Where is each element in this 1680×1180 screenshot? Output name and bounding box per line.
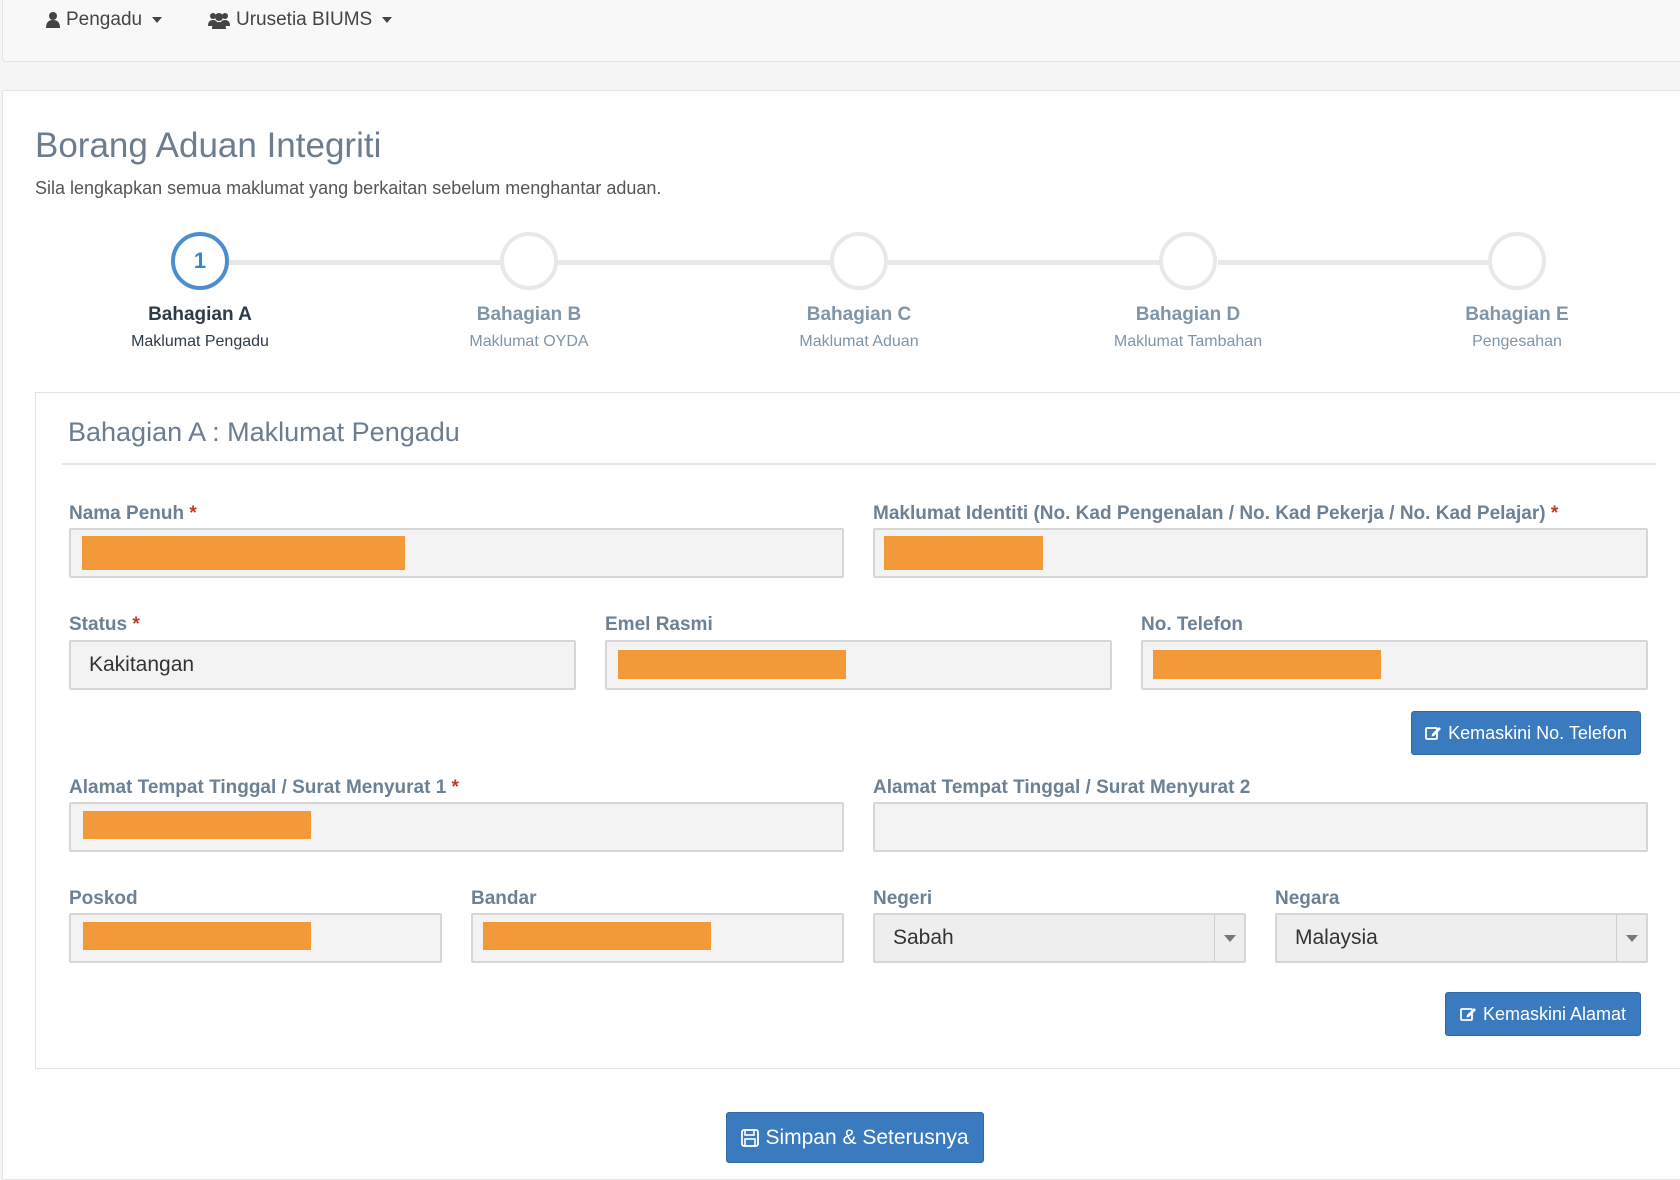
no-telefon-label: No. Telefon xyxy=(1141,614,1244,635)
edit-icon xyxy=(1425,725,1442,741)
nama-penuh-label: Nama Penuh * xyxy=(69,503,197,524)
step-desc-e: Pengesahan xyxy=(1472,333,1562,350)
status-input[interactable]: Kakitangan xyxy=(69,640,576,690)
redacted-value xyxy=(884,536,1043,570)
identiti-label: Maklumat Identiti (No. Kad Pengenalan / … xyxy=(873,503,1559,524)
chevron-down-icon xyxy=(152,17,163,23)
alamat1-label: Alamat Tempat Tinggal / Surat Menyurat 1… xyxy=(69,777,459,798)
step-title-b: Bahagian B xyxy=(476,304,582,325)
step-title-c: Bahagian C xyxy=(806,304,912,325)
step-connector xyxy=(228,260,500,265)
nama-penuh-input[interactable] xyxy=(69,528,844,578)
section-title: Bahagian A : Maklumat Pengadu xyxy=(68,417,460,447)
nav-urusetia-label: Urusetia BIUMS xyxy=(236,9,373,30)
users-icon xyxy=(208,11,230,29)
step-number: 1 xyxy=(193,248,207,273)
step-desc-b: Maklumat OYDA xyxy=(469,333,589,350)
nav-pengadu-label: Pengadu xyxy=(66,9,143,30)
step-desc-c: Maklumat Aduan xyxy=(799,333,919,350)
user-icon xyxy=(46,11,60,29)
chevron-down-icon[interactable] xyxy=(1616,915,1646,961)
poskod-label: Poskod xyxy=(69,888,138,909)
step-connector xyxy=(888,260,1160,265)
kemaskini-alamat-button[interactable]: Kemaskini Alamat xyxy=(1445,992,1641,1036)
emel-rasmi-label: Emel Rasmi xyxy=(605,614,713,635)
alamat2-input[interactable] xyxy=(873,802,1648,852)
negara-label: Negara xyxy=(1275,888,1340,909)
chevron-down-icon[interactable] xyxy=(1214,915,1244,961)
page-subtitle: Sila lengkapkan semua maklumat yang berk… xyxy=(35,178,662,198)
step-connector xyxy=(558,260,830,265)
step-title-d: Bahagian D xyxy=(1135,304,1241,325)
redacted-value xyxy=(483,922,711,950)
page-title: Borang Aduan Integriti xyxy=(35,126,382,165)
identiti-input[interactable] xyxy=(873,528,1648,578)
step-circle-c[interactable] xyxy=(830,232,888,290)
simpan-seterusnya-button[interactable]: Simpan & Seterusnya xyxy=(726,1112,984,1163)
edit-icon xyxy=(1460,1006,1477,1022)
status-label: Status * xyxy=(69,614,140,635)
step-title-a: Bahagian A xyxy=(148,304,252,325)
negara-value: Malaysia xyxy=(1295,926,1378,949)
negeri-select[interactable]: Sabah xyxy=(873,913,1246,963)
step-circle-d[interactable] xyxy=(1159,232,1217,290)
step-circle-b[interactable] xyxy=(500,232,558,290)
step-title-e: Bahagian E xyxy=(1465,304,1569,325)
step-connector xyxy=(1218,260,1490,265)
poskod-input[interactable] xyxy=(69,913,442,963)
status-value: Kakitangan xyxy=(89,653,195,676)
redacted-value xyxy=(1153,650,1381,679)
step-circle-a[interactable]: 1 xyxy=(171,232,229,290)
negara-select[interactable]: Malaysia xyxy=(1275,913,1648,963)
chevron-down-icon xyxy=(382,17,393,23)
bandar-label: Bandar xyxy=(471,888,537,909)
nav-pengadu-dropdown[interactable]: Pengadu xyxy=(46,8,163,32)
kemaskini-telefon-button[interactable]: Kemaskini No. Telefon xyxy=(1411,711,1641,755)
negeri-label: Negeri xyxy=(873,888,933,909)
section-divider xyxy=(62,463,1656,465)
alamat1-input[interactable] xyxy=(69,802,844,852)
step-desc-d: Maklumat Tambahan xyxy=(1113,333,1263,350)
save-icon xyxy=(741,1128,760,1147)
step-desc-a: Maklumat Pengadu xyxy=(131,333,269,350)
alamat2-label: Alamat Tempat Tinggal / Surat Menyurat 2 xyxy=(873,777,1251,798)
no-telefon-input[interactable] xyxy=(1141,640,1648,690)
nav-urusetia-dropdown[interactable]: Urusetia BIUMS xyxy=(208,8,393,32)
bandar-input[interactable] xyxy=(471,913,844,963)
redacted-value xyxy=(83,922,311,950)
step-circle-e[interactable] xyxy=(1488,232,1546,290)
emel-rasmi-input[interactable] xyxy=(605,640,1112,690)
redacted-value xyxy=(83,811,311,839)
redacted-value xyxy=(618,650,846,679)
negeri-value: Sabah xyxy=(893,926,954,949)
redacted-value xyxy=(82,536,405,570)
